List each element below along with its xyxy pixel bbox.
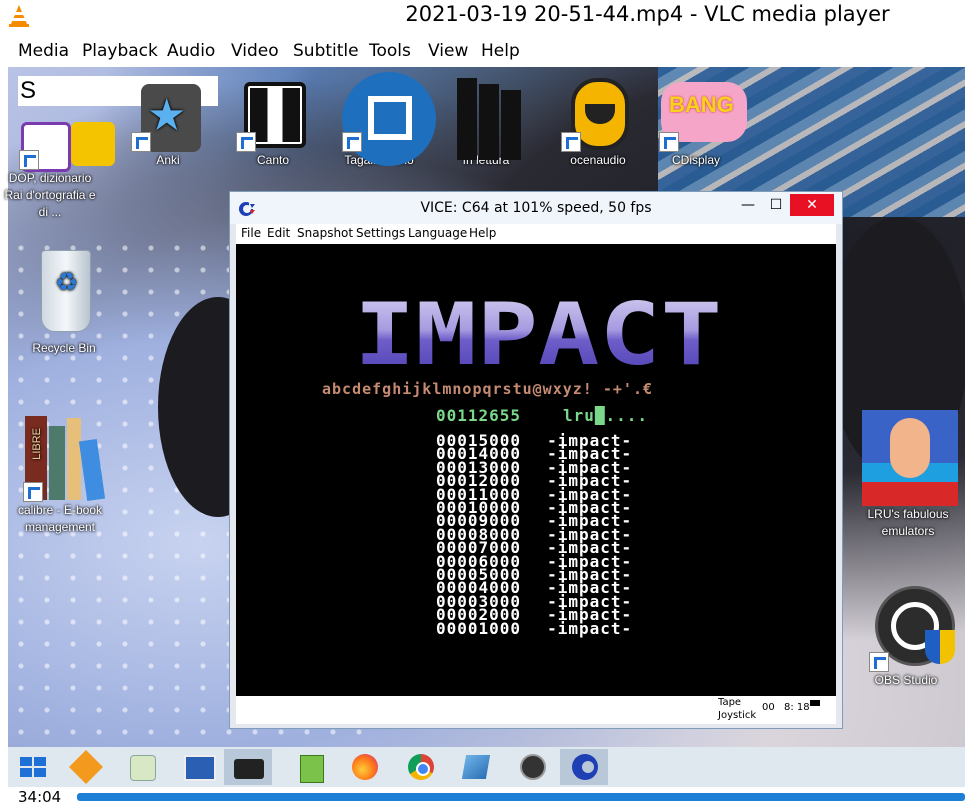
books-icon [449,78,523,160]
shortcut-arrow-icon [342,132,362,152]
calibre-icon: LIBRE [23,410,106,502]
windows-taskbar [8,747,965,787]
vlc-controls: 34:04 [0,787,965,807]
desktop-icon-label: Canto [256,153,290,167]
tape-status: Tape [718,697,742,708]
vlc-menubar: Media Playback Audio Video Subtitle Tool… [0,37,965,67]
score-value: 00001000 [436,618,522,638]
shortcut-arrow-icon [23,482,43,502]
desktop-icon-label: Anki [156,153,180,167]
menu-tools[interactable]: Tools [369,41,411,61]
shortcut-arrow-icon [561,132,581,152]
notepad-icon[interactable] [286,749,334,785]
menu-playback[interactable]: Playback [82,41,158,61]
desktop-icon-label: LRU's fabulous emulators [867,507,949,538]
desktop-icon-label: DOP, dizionario Rai d'ortografia e di ..… [4,171,96,219]
vlc-title-bar: 2021-03-19 20-51-44.mp4 - VLC media play… [0,0,965,34]
desktop-icon-dop[interactable]: DOP, dizionario Rai d'ortografia e di ..… [4,118,115,221]
firefox-icon[interactable] [340,749,388,785]
desktop-icon-label: OBS Studio [874,673,938,687]
shortcut-arrow-icon [131,132,151,152]
vice-menu-file[interactable]: File [241,226,261,240]
seek-bar[interactable] [77,793,965,801]
menu-view[interactable]: View [428,41,468,61]
desktop-icon-lru[interactable]: LRU's fabulous emulators [862,410,958,540]
vice-menu-snapshot[interactable]: Snapshot [297,226,353,240]
desktop-icon-tagaini[interactable]: Tagaini Jisho [333,72,436,169]
toolbox-icon[interactable] [224,749,272,785]
desktop-icon-ocenaudio[interactable]: ocenaudio [552,78,644,169]
fl-studio-icon[interactable] [62,749,110,785]
windows-start-icon[interactable] [10,749,58,785]
drive-status: 8: 18 [784,702,810,713]
tagaini-icon [342,72,436,166]
menu-help[interactable]: Help [481,41,520,61]
vice-menubar: File Edit Snapshot Settings Language Hel… [236,224,836,244]
menu-audio[interactable]: Audio [167,41,215,61]
recycle-bin-icon: ♻ [27,244,101,340]
shortcut-arrow-icon [19,150,39,170]
cdisplay-icon: BANG [659,78,747,152]
shortcut-arrow-icon [659,132,679,152]
close-button[interactable]: ✕ [790,194,834,216]
desktop-icon-cdisplay[interactable]: BANG CDisplay [650,78,747,169]
c64-charset-line: abcdefghijklmnopqrstu@wxyz! -+'.€ [322,380,654,398]
joystick-status: Joystick [718,710,757,721]
ocenaudio-icon [561,78,635,152]
vice-menu-edit[interactable]: Edit [267,226,290,240]
menu-subtitle[interactable]: Subtitle [293,41,359,61]
shortcut-arrow-icon [869,652,889,672]
desktop-icon-anki[interactable]: ★ Anki [122,78,214,169]
desktop-icon-in-lettura[interactable]: In lettura [440,78,532,169]
paint-icon[interactable] [118,749,166,785]
desktop-icon-label: CDisplay [671,153,720,167]
c64-screen[interactable]: IMPACT abcdefghijklmnopqrstu@wxyz! -+'.€… [236,244,836,696]
desktop-icon-obs[interactable]: OBS Studio [860,582,955,689]
impact-logo: IMPACT [354,296,722,372]
vice-c64-icon[interactable] [560,749,608,785]
desktop-icon-calibre[interactable]: LIBRE calibre - E-book management [14,410,106,536]
vice-title-bar[interactable]: VICE: C64 at 101% speed, 50 fps — ☐ ✕ [230,192,842,224]
vice-statusbar: Tape Joystick 00 8: 18 [236,696,836,724]
lru-icon [862,410,958,506]
anki-icon: ★ [131,78,205,152]
score-row: 00001000 -impact- [436,618,633,638]
vice-menu-help[interactable]: Help [469,226,496,240]
screenshot-tool-icon[interactable] [174,749,222,785]
menu-media[interactable]: Media [18,41,69,61]
shortcut-arrow-icon [236,132,256,152]
menu-video[interactable]: Video [231,41,279,61]
vice-menu-language[interactable]: Language [408,226,467,240]
desktop-icon-label: Recycle Bin [32,341,96,355]
desktop-icon-recycle-bin[interactable]: ♻ Recycle Bin [18,244,110,357]
hiscore-name: lru█.... [563,406,649,425]
desktop-icon-label: ocenaudio [570,153,626,167]
hiscore-value: 00112655 [436,406,522,425]
cdisplay-bang-text: BANG [669,92,734,117]
vice-window[interactable]: VICE: C64 at 101% speed, 50 fps — ☐ ✕ Fi… [229,191,843,729]
vice-menu-settings[interactable]: Settings [356,226,405,240]
window-title: 2021-03-19 20-51-44.mp4 - VLC media play… [405,2,890,26]
canto-icon [236,78,310,152]
score-name: -impact- [547,618,633,638]
drive-led-icon [810,700,820,706]
chrome-icon[interactable] [396,749,444,785]
dop-icon [13,118,115,172]
obs-icon [869,582,955,672]
impact-logo-text: IMPACT [354,296,722,372]
tape-counter: 00 [762,702,775,713]
editor-icon[interactable] [452,749,500,785]
obs-taskbar-icon[interactable] [508,749,556,785]
elapsed-time: 34:04 [18,788,62,806]
desktop-icon-label: calibre - E-book management [17,503,103,534]
desktop-icon-canto[interactable]: Canto [227,78,319,169]
